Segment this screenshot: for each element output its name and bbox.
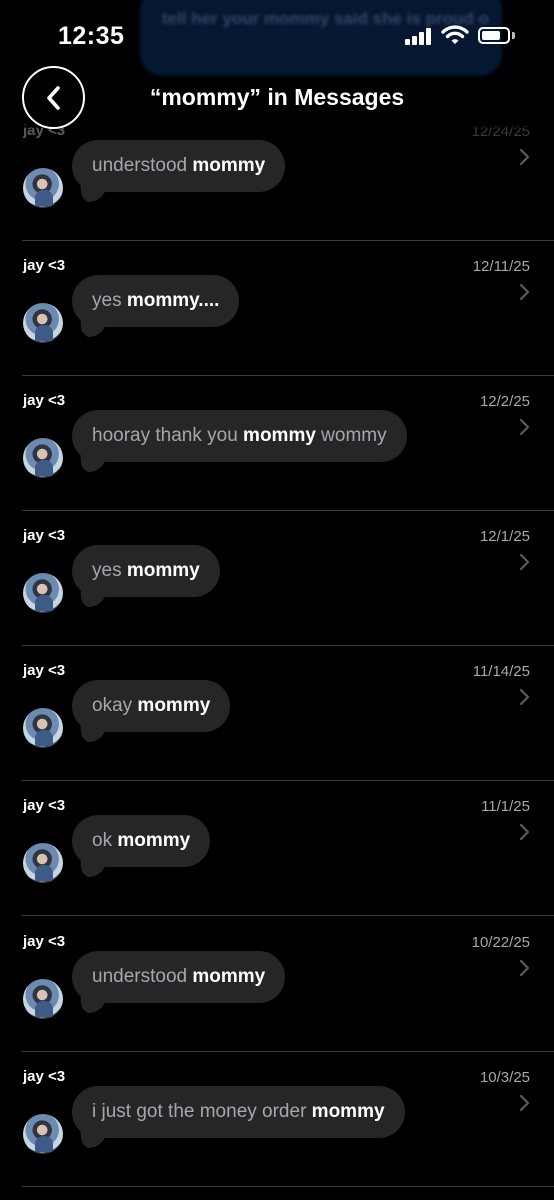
- message-bubble[interactable]: understood mommy: [72, 140, 286, 192]
- contact-avatar: [23, 303, 63, 343]
- message-text-before: yes: [92, 290, 127, 311]
- message-bubble[interactable]: i just got the money order mommy: [72, 1086, 405, 1138]
- search-match-text: mommy....: [126, 290, 220, 311]
- search-match-text: mommy: [126, 560, 200, 581]
- message-text-before: okay: [92, 695, 138, 716]
- contact-avatar: [23, 168, 63, 208]
- message-text-before: ok: [92, 830, 118, 851]
- message-date: 10/22/25: [471, 934, 530, 951]
- message-text-before: i just got the money order: [92, 1101, 312, 1122]
- divider: [22, 915, 554, 916]
- sender-name: jay <3: [23, 257, 66, 274]
- chevron-right-icon: [519, 148, 530, 166]
- page-title: “mommy” in Messages: [149, 84, 405, 110]
- message-bubble[interactable]: yes mommy: [72, 545, 220, 597]
- cellular-signal-icon: [405, 27, 435, 45]
- message-date: 10/3/25: [479, 1069, 530, 1086]
- search-result-row[interactable]: jay <3 11/14/25 okay mommy: [0, 646, 554, 781]
- divider: [22, 1186, 554, 1187]
- message-bubble[interactable]: yes mommy....: [72, 275, 240, 327]
- message-bubble[interactable]: okay mommy: [72, 680, 231, 732]
- contact-avatar: [23, 438, 63, 478]
- sender-name: jay <3: [23, 1068, 66, 1085]
- chevron-right-icon: [519, 553, 530, 571]
- battery-cap: [512, 32, 515, 39]
- search-match-text: mommy: [243, 425, 316, 446]
- sender-name: jay <3: [23, 392, 66, 409]
- message-date: 12/1/25: [479, 528, 530, 545]
- chevron-right-icon: [519, 283, 530, 301]
- status-time: 12:35: [58, 22, 125, 50]
- search-results-list[interactable]: jay <3 12/24/25 understood mommy jay <3 …: [0, 0, 554, 1200]
- contact-avatar: [23, 573, 63, 613]
- message-date: 12/11/25: [472, 258, 530, 275]
- chevron-right-icon: [519, 418, 530, 436]
- search-match-text: mommy: [192, 966, 266, 987]
- contact-avatar: [23, 979, 63, 1019]
- sender-name: jay <3: [23, 933, 66, 950]
- message-text-before: understood: [92, 155, 193, 176]
- search-result-row[interactable]: jay <3 10/22/25 understood mommy: [0, 917, 554, 1052]
- message-date: 12/2/25: [479, 393, 530, 410]
- sender-name: jay <3: [23, 662, 66, 679]
- search-match-text: mommy: [192, 155, 266, 176]
- search-result-row[interactable]: jay <3 12/1/25 yes mommy: [0, 511, 554, 646]
- navigation-header: “mommy” in Messages: [0, 60, 554, 136]
- message-text-before: yes: [92, 560, 127, 581]
- battery-level: [482, 31, 500, 40]
- search-match-text: mommy: [137, 695, 211, 716]
- contact-avatar: [23, 1114, 63, 1154]
- screen: jay <3 12/24/25 understood mommy jay <3 …: [0, 0, 554, 1200]
- message-text-after: wommy: [315, 425, 387, 446]
- search-match-text: mommy: [117, 830, 191, 851]
- search-match-text: mommy: [311, 1101, 385, 1122]
- contact-avatar: [23, 843, 63, 883]
- contact-avatar: [23, 708, 63, 748]
- message-date: 11/14/25: [472, 663, 530, 680]
- status-bar: 12:35: [0, 0, 554, 70]
- message-text-before: understood: [92, 966, 193, 987]
- chevron-right-icon: [519, 1094, 530, 1112]
- search-result-row[interactable]: jay <3 12/11/25 yes mommy....: [0, 241, 554, 376]
- chevron-right-icon: [519, 823, 530, 841]
- message-date: 11/1/25: [481, 798, 530, 815]
- message-bubble[interactable]: understood mommy: [72, 951, 286, 1003]
- sender-name: jay <3: [23, 797, 66, 814]
- message-text-before: hooray thank you: [92, 425, 244, 446]
- search-result-row[interactable]: jay <3 10/3/25 i just got the money orde…: [0, 1052, 554, 1187]
- wifi-icon: [441, 25, 469, 44]
- search-result-row[interactable]: jay <3 12/2/25 hooray thank you mommy wo…: [0, 376, 554, 511]
- message-bubble[interactable]: hooray thank you mommy wommy: [72, 410, 407, 462]
- sender-name: jay <3: [23, 527, 66, 544]
- search-result-row[interactable]: jay <3 11/1/25 ok mommy: [0, 781, 554, 916]
- chevron-right-icon: [519, 688, 530, 706]
- chevron-right-icon: [519, 959, 530, 977]
- battery-icon: [478, 27, 510, 44]
- message-bubble[interactable]: ok mommy: [72, 815, 211, 867]
